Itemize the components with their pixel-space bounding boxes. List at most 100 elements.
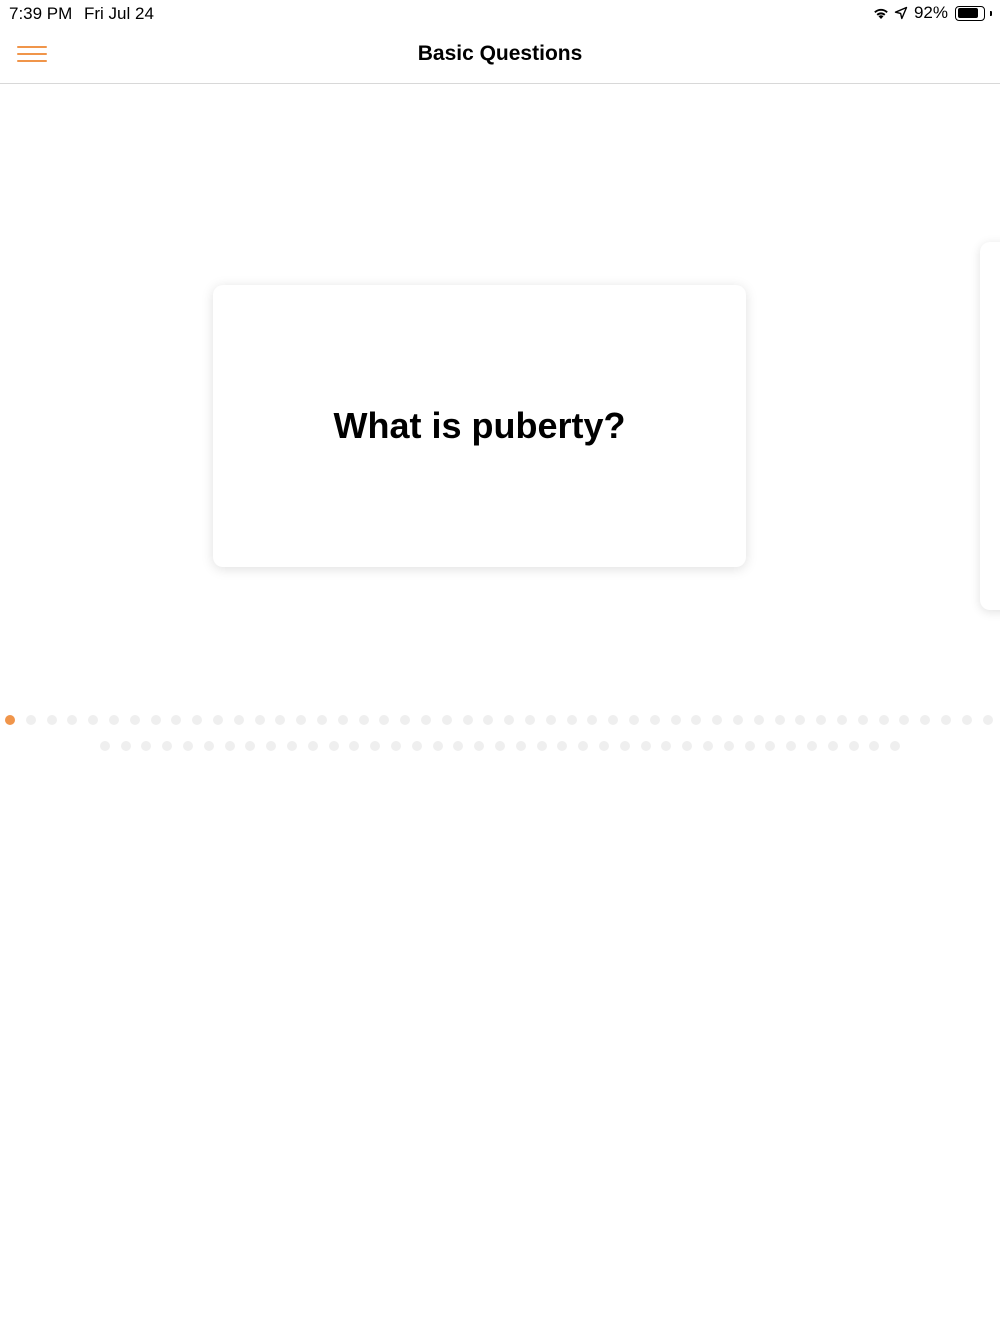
pagination-dot[interactable] bbox=[287, 741, 297, 751]
pagination-dot[interactable] bbox=[120, 741, 131, 751]
pagination-dot[interactable] bbox=[474, 741, 485, 751]
pagination-dot[interactable] bbox=[328, 741, 339, 751]
pagination-dot[interactable] bbox=[961, 715, 972, 725]
pagination-dot[interactable] bbox=[619, 741, 630, 751]
pagination-dot[interactable] bbox=[703, 741, 713, 751]
status-bar: 7:39 PM Fri Jul 24 92% bbox=[0, 0, 1000, 26]
pagination-dot[interactable] bbox=[275, 715, 286, 725]
pagination-dot[interactable] bbox=[391, 741, 401, 751]
pagination-dot[interactable] bbox=[245, 741, 256, 751]
pagination-dot[interactable] bbox=[774, 715, 785, 725]
pagination-dots-row bbox=[0, 715, 1000, 727]
pagination-dot[interactable] bbox=[816, 715, 827, 725]
pagination-dot[interactable] bbox=[203, 741, 214, 751]
pagination-dot[interactable] bbox=[525, 715, 535, 725]
pagination-dot[interactable] bbox=[432, 741, 443, 751]
pagination-dot[interactable] bbox=[307, 741, 318, 751]
status-date: Fri Jul 24 bbox=[84, 4, 154, 23]
pagination-dot[interactable] bbox=[744, 741, 755, 751]
question-card[interactable]: What is puberty? bbox=[213, 285, 746, 567]
pagination-dot[interactable] bbox=[266, 741, 277, 751]
pagination-dot[interactable] bbox=[224, 741, 235, 751]
pagination-dot[interactable] bbox=[753, 715, 764, 725]
pagination-dot[interactable] bbox=[233, 715, 244, 725]
pagination-dot[interactable] bbox=[536, 741, 547, 751]
pagination-dot[interactable] bbox=[483, 715, 494, 725]
pagination-dot[interactable] bbox=[88, 715, 99, 725]
pagination-dot[interactable] bbox=[857, 715, 868, 725]
pagination-dot[interactable] bbox=[545, 715, 556, 725]
pagination-dot[interactable] bbox=[733, 715, 743, 725]
pagination-dot[interactable] bbox=[150, 715, 161, 725]
pagination-dot[interactable] bbox=[25, 715, 36, 725]
pagination-dot[interactable] bbox=[807, 741, 817, 751]
pagination-dot[interactable] bbox=[587, 715, 598, 725]
pagination-dot[interactable] bbox=[337, 715, 348, 725]
pagination-dot[interactable] bbox=[869, 741, 880, 751]
pagination-dot[interactable] bbox=[765, 741, 776, 751]
pagination-dot[interactable] bbox=[141, 741, 152, 751]
pagination-dot[interactable] bbox=[578, 741, 589, 751]
status-indicators: 92% bbox=[872, 3, 992, 23]
pagination-dot[interactable] bbox=[421, 715, 431, 725]
pagination-dot[interactable] bbox=[358, 715, 369, 725]
pagination-dot[interactable] bbox=[661, 741, 672, 751]
pagination-dot[interactable] bbox=[723, 741, 734, 751]
page-title: Basic Questions bbox=[417, 42, 583, 65]
pagination-dot[interactable] bbox=[349, 741, 360, 751]
pagination-dot[interactable] bbox=[317, 715, 327, 725]
pagination-dot[interactable] bbox=[670, 715, 681, 725]
pagination-dot[interactable] bbox=[608, 715, 619, 725]
pagination-dot[interactable] bbox=[370, 741, 381, 751]
pagination-dot[interactable] bbox=[848, 741, 859, 751]
pagination-dot[interactable] bbox=[213, 715, 223, 725]
pagination-dot[interactable] bbox=[183, 741, 193, 751]
battery-icon bbox=[955, 5, 985, 21]
pagination-dot[interactable] bbox=[878, 715, 889, 725]
pagination-dot[interactable] bbox=[786, 741, 797, 751]
pagination-dot[interactable] bbox=[691, 715, 702, 725]
pagination-dot[interactable] bbox=[599, 741, 609, 751]
pagination-dot[interactable] bbox=[453, 741, 464, 751]
pagination-dot[interactable] bbox=[504, 715, 515, 725]
pagination-dot[interactable] bbox=[795, 715, 806, 725]
pagination-dot[interactable] bbox=[296, 715, 307, 725]
pagination-dot[interactable] bbox=[254, 715, 265, 725]
pagination-dot[interactable] bbox=[411, 741, 422, 751]
pagination-dot[interactable] bbox=[400, 715, 411, 725]
pagination-dot[interactable] bbox=[640, 741, 651, 751]
pagination-dot[interactable] bbox=[712, 715, 723, 725]
pagination-dot[interactable] bbox=[495, 741, 505, 751]
pagination-dot[interactable] bbox=[462, 715, 473, 725]
battery-percent: 92% bbox=[913, 3, 948, 22]
pagination-dot[interactable] bbox=[441, 715, 452, 725]
pagination-dot[interactable] bbox=[557, 741, 568, 751]
pagination-dot[interactable] bbox=[192, 715, 203, 725]
pagination-dot[interactable] bbox=[171, 715, 182, 725]
pagination-dot[interactable] bbox=[379, 715, 390, 725]
pagination-dot[interactable] bbox=[827, 741, 838, 751]
pagination-dot[interactable] bbox=[515, 741, 526, 751]
battery-cap bbox=[990, 10, 992, 16]
pagination-dot[interactable] bbox=[129, 715, 140, 725]
pagination-dot[interactable] bbox=[5, 715, 15, 725]
pagination-dot[interactable] bbox=[67, 715, 78, 725]
pagination-dot[interactable] bbox=[109, 715, 119, 725]
pagination-dot[interactable] bbox=[837, 715, 847, 725]
pagination-dot[interactable] bbox=[629, 715, 639, 725]
next-question-card[interactable] bbox=[980, 242, 1000, 610]
pagination-dot[interactable] bbox=[649, 715, 660, 725]
pagination-dot[interactable] bbox=[46, 715, 57, 725]
pagination-dot[interactable] bbox=[890, 741, 901, 751]
wifi-icon bbox=[874, 8, 888, 19]
pagination-dot[interactable] bbox=[99, 741, 110, 751]
pagination-dot[interactable] bbox=[982, 715, 993, 725]
pagination-dots-row bbox=[0, 741, 1000, 753]
pagination-dot[interactable] bbox=[566, 715, 577, 725]
location-arrow-icon bbox=[894, 6, 908, 20]
pagination-dot[interactable] bbox=[920, 715, 931, 725]
pagination-dot[interactable] bbox=[682, 741, 693, 751]
pagination-dot[interactable] bbox=[162, 741, 173, 751]
pagination-dot[interactable] bbox=[941, 715, 951, 725]
pagination-dot[interactable] bbox=[899, 715, 910, 725]
